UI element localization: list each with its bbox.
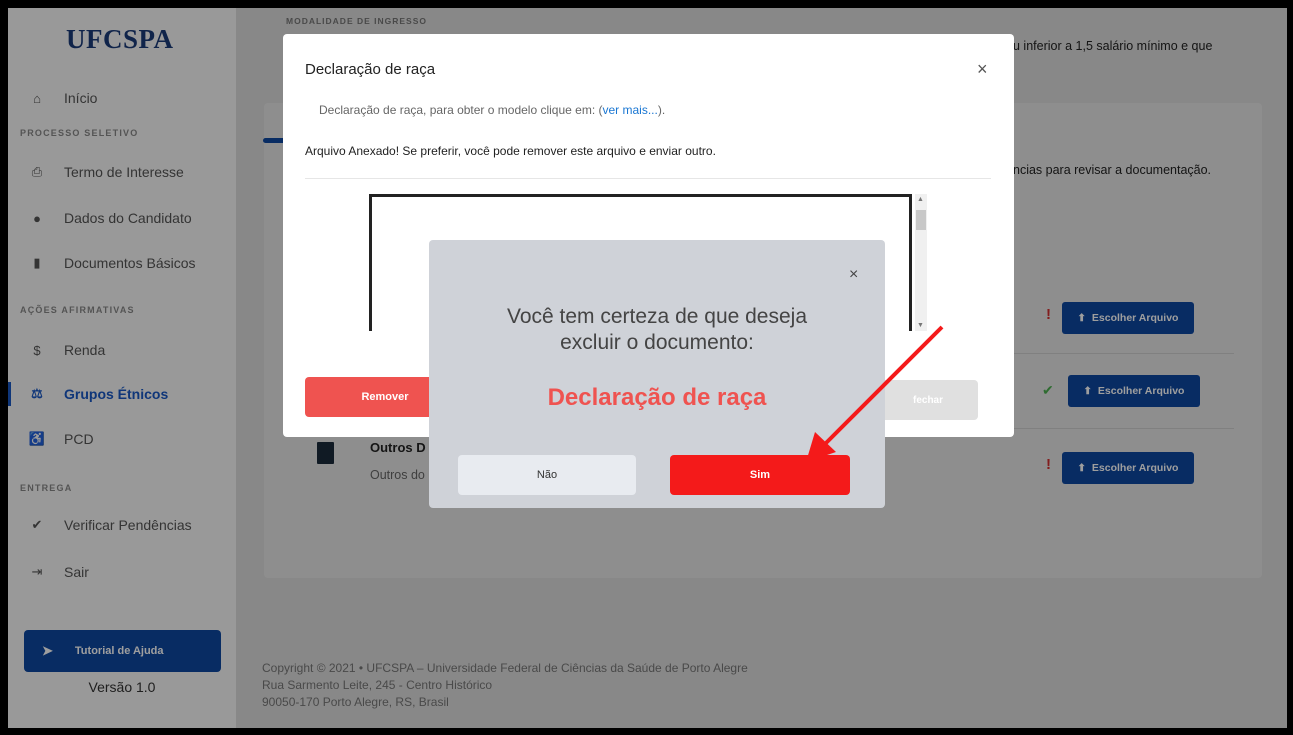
annotation-arrow bbox=[806, 325, 944, 462]
